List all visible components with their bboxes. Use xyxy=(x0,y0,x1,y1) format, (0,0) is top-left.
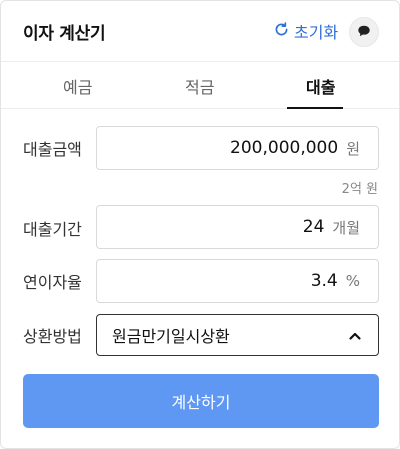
refresh-icon xyxy=(273,21,290,42)
method-value: 원금만기일시상환 xyxy=(112,327,230,346)
chat-bubble-icon xyxy=(357,23,371,42)
chat-button[interactable] xyxy=(349,17,379,47)
tab-deposit[interactable]: 예금 xyxy=(63,74,92,98)
rate-label: 연이자율 xyxy=(23,273,82,292)
repayment-method-select[interactable]: 원금만기일시상환 xyxy=(96,314,379,356)
amount-label: 대출금액 xyxy=(23,140,82,159)
tab-loan[interactable]: 대출 xyxy=(306,74,335,98)
active-tab-indicator xyxy=(287,107,343,109)
term-label: 대출기간 xyxy=(23,220,82,239)
term-value: 24 xyxy=(302,217,325,237)
interest-calculator-panel: 이자 계산기 초기화 예금 적금 대출 대출금액 200,000,000 원 2… xyxy=(0,0,400,449)
chevron-up-icon xyxy=(348,328,362,342)
tab-savings[interactable]: 적금 xyxy=(185,74,214,98)
rate-unit: % xyxy=(345,272,360,290)
reset-label: 초기화 xyxy=(294,23,339,42)
amount-hint: 2억 원 xyxy=(341,182,378,197)
amount-value: 200,000,000 xyxy=(230,138,339,158)
method-label: 상환방법 xyxy=(23,327,82,346)
header: 이자 계산기 초기화 xyxy=(1,1,399,61)
term-unit: 개월 xyxy=(332,218,360,237)
reset-button[interactable]: 초기화 xyxy=(273,20,338,42)
page-title: 이자 계산기 xyxy=(23,24,106,44)
rate-field[interactable]: 3.4 % xyxy=(96,259,379,303)
amount-unit: 원 xyxy=(346,139,360,158)
calculate-button[interactable]: 계산하기 xyxy=(23,374,379,428)
rate-value: 3.4 xyxy=(310,271,338,291)
tab-bar: 예금 적금 대출 xyxy=(1,61,399,109)
term-field[interactable]: 24 개월 xyxy=(96,205,379,249)
amount-field[interactable]: 200,000,000 원 xyxy=(96,126,379,170)
